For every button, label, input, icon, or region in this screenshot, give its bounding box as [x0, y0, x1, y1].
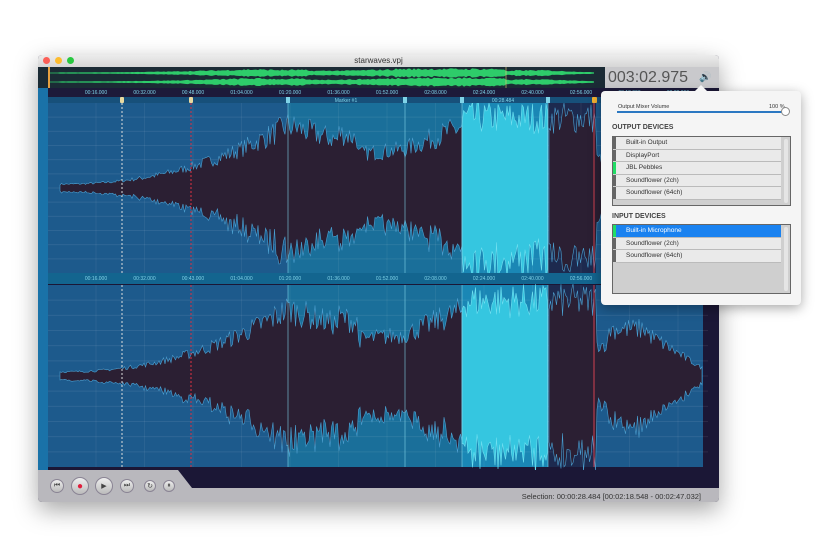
window-title: starwaves.vpj [354, 56, 403, 65]
audio-devices-popover: Output Mixer Volume 100 % OUTPUT DEVICES… [601, 85, 801, 305]
input-devices-heading: INPUT DEVICES [612, 213, 666, 220]
record-icon: ● [76, 480, 84, 492]
play-button[interactable]: ▶ [95, 477, 113, 495]
ruler-tick-label: 00:32.000 [133, 276, 156, 282]
ruler-tick-label: 02:08.000 [424, 276, 447, 282]
active-indicator [613, 162, 616, 174]
scrollbar[interactable] [784, 139, 788, 203]
ruler-tick-label: 01:36.000 [327, 90, 350, 96]
device-name: Soundflower (2ch) [626, 239, 679, 247]
loop-icon: ↻ [147, 483, 153, 490]
ruler-tick-label: 02:56.000 [569, 276, 593, 282]
scrollbar[interactable] [784, 227, 788, 291]
pause-icon: ⏸ [167, 482, 171, 489]
volume-label: Output Mixer Volume [618, 104, 670, 110]
region-handle[interactable] [403, 97, 407, 103]
region-handle[interactable] [546, 97, 550, 103]
ruler-tick-label: 01:04.000 [230, 276, 253, 282]
volume-slider-handle[interactable] [781, 107, 790, 116]
device-item[interactable]: Soundflower (2ch) [613, 174, 781, 188]
overview-position [48, 67, 50, 88]
ruler-tick-label: 01:20.000 [278, 276, 302, 282]
selection-status: Selection: 00:00:28.484 [00:02:18.548 - … [521, 492, 701, 501]
close-button[interactable] [43, 57, 50, 64]
input-devices-list: Built-in Microphone Soundflower (2ch) Soun… [612, 224, 791, 294]
ruler-tick-label: 00:16.000 [84, 276, 108, 282]
volume-slider[interactable] [617, 111, 787, 113]
skip-back-button[interactable]: ⏮ [50, 479, 64, 493]
ruler-tick-label: 01:52.000 [375, 276, 399, 282]
marker-handle[interactable] [189, 97, 193, 103]
output-devices-list: Built-in Output DisplayPort JBL Pebbles Sou… [612, 136, 791, 206]
device-name: Soundflower (64ch) [626, 252, 683, 260]
ruler-tick-label: 02:40.000 [521, 90, 544, 96]
skip-forward-button[interactable]: ⏭ [120, 479, 134, 493]
ruler-tick-label: 02:24.000 [472, 276, 496, 282]
ruler-tick-label: 00:16.000 [84, 90, 108, 96]
ruler-tick-label: 02:24.000 [472, 90, 496, 96]
ruler-tick-label: 00:43.000 [181, 276, 205, 282]
waveform-channel-2 [461, 284, 548, 470]
active-indicator [613, 250, 616, 262]
device-name: Soundflower (2ch) [626, 176, 679, 184]
speaker-icon[interactable]: 🔊 [699, 72, 711, 83]
device-name: DisplayPort [626, 151, 660, 159]
play-icon: ▶ [101, 483, 107, 490]
minimize-button[interactable] [55, 57, 62, 64]
ruler-tick-label: 00:48.000 [181, 90, 205, 96]
track-header-strip [38, 88, 48, 470]
device-item[interactable]: Soundflower (64ch) [613, 187, 781, 200]
region-handle[interactable] [286, 97, 290, 103]
playhead-handle[interactable] [592, 97, 597, 103]
zoom-button[interactable] [67, 57, 74, 64]
active-indicator [613, 174, 616, 187]
ruler-tick-label: 01:04.000 [230, 90, 253, 96]
loop-button[interactable]: ↻ [144, 480, 156, 492]
selection-length-label: 00:28.484 [492, 98, 514, 104]
device-item[interactable]: Built-in Output [613, 137, 781, 150]
skip-back-icon: ⏮ [53, 482, 61, 489]
device-name: Built-in Output [626, 139, 668, 146]
active-indicator [613, 237, 616, 250]
device-name: Built-in Microphone [626, 227, 682, 234]
device-name: JBL Pebbles [626, 164, 663, 172]
ruler-tick-label: 00:32.000 [133, 90, 156, 96]
device-item[interactable]: DisplayPort [613, 149, 781, 163]
active-indicator [613, 225, 616, 237]
ruler-tick-label: 01:52.000 [375, 90, 399, 96]
bottom-bar: ⏮ ● ▶ ⏭ ↻ ⏸ Selection: 00:00:28.484 [00:02:18… [38, 470, 719, 502]
active-indicator [613, 149, 616, 162]
pause-button[interactable]: ⏸ [163, 480, 175, 492]
marker-label: Marker #1 [335, 98, 358, 104]
device-item[interactable]: JBL Pebbles [613, 162, 781, 175]
record-button[interactable]: ● [71, 477, 89, 495]
active-indicator [613, 137, 616, 149]
skip-forward-icon: ⏭ [123, 482, 131, 489]
ruler-tick-label: 02:40.000 [521, 276, 544, 282]
ruler-tick-label: 01:20.000 [278, 90, 302, 96]
ruler-tick-label: 02:08.000 [424, 90, 447, 96]
device-item[interactable]: Soundflower (2ch) [613, 237, 781, 251]
active-indicator [613, 187, 616, 199]
title-bar: starwaves.vpj [38, 55, 719, 67]
ruler-tick-label: 02:56.000 [569, 90, 593, 96]
ruler-tick-label: 01:36.000 [327, 276, 350, 282]
device-item[interactable]: Built-in Microphone [613, 225, 781, 238]
device-name: Soundflower (64ch) [626, 189, 683, 197]
region-handle[interactable] [460, 97, 464, 103]
device-item[interactable]: Soundflower (64ch) [613, 250, 781, 263]
output-devices-heading: OUTPUT DEVICES [612, 124, 674, 131]
marker-handle[interactable] [120, 97, 124, 103]
